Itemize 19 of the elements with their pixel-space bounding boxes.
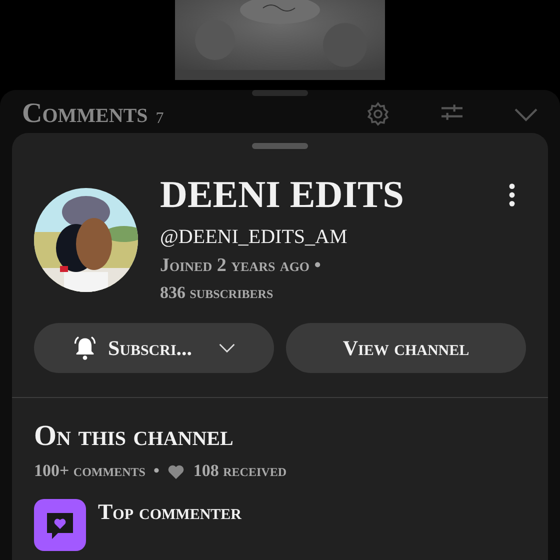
section-title: On this channel [34,420,234,453]
caret-icon [218,342,236,354]
more-icon[interactable] [508,182,516,208]
drag-handle[interactable] [252,90,308,96]
separator: • [153,461,160,481]
channel-name: DEENI EDITS [160,173,405,218]
channel-handle: @DEENI_EDITS_AM [160,226,348,249]
comment-count: 7 [156,110,164,128]
likes-stat: 108 received [193,461,286,481]
badge-title: Top commenter [98,499,242,525]
view-channel-button[interactable]: View channel [286,323,526,373]
comments-title: Comments [22,100,148,128]
comments-stat: 100+ comments [34,461,146,481]
subscribe-button[interactable]: Subscri... [34,323,274,373]
drag-handle[interactable] [252,143,308,149]
heart-icon [167,462,186,480]
joined-text: Joined 2 years ago • [160,255,322,277]
subscriber-count: 836 subscribers [160,283,274,303]
bell-icon [72,335,98,361]
